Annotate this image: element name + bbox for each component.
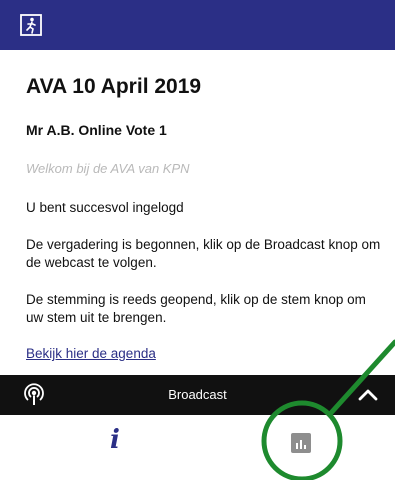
chevron-up-icon[interactable] (356, 385, 380, 405)
broadcast-bar[interactable]: Broadcast (0, 375, 395, 415)
bottom-tab-bar: i (0, 415, 395, 480)
login-status-text: U bent succesvol ingelogd (26, 200, 184, 215)
user-name: Mr A.B. Online Vote 1 (26, 122, 167, 138)
agenda-link[interactable]: Bekijk hier de agenda (26, 346, 156, 361)
broadcast-label[interactable]: Broadcast (0, 387, 395, 402)
page-title: AVA 10 April 2019 (26, 75, 202, 98)
top-bar (0, 0, 395, 50)
welcome-text: Welkom bij de AVA van KPN (26, 161, 190, 176)
meeting-started-text: De vergadering is begonnen, klik op de B… (26, 237, 381, 270)
exit-door-icon[interactable] (20, 14, 42, 36)
info-icon[interactable]: i (100, 425, 130, 455)
voting-open-text: De stemming is reeds geopend, klik op de… (26, 292, 366, 325)
bar-chart-icon[interactable] (291, 433, 311, 453)
